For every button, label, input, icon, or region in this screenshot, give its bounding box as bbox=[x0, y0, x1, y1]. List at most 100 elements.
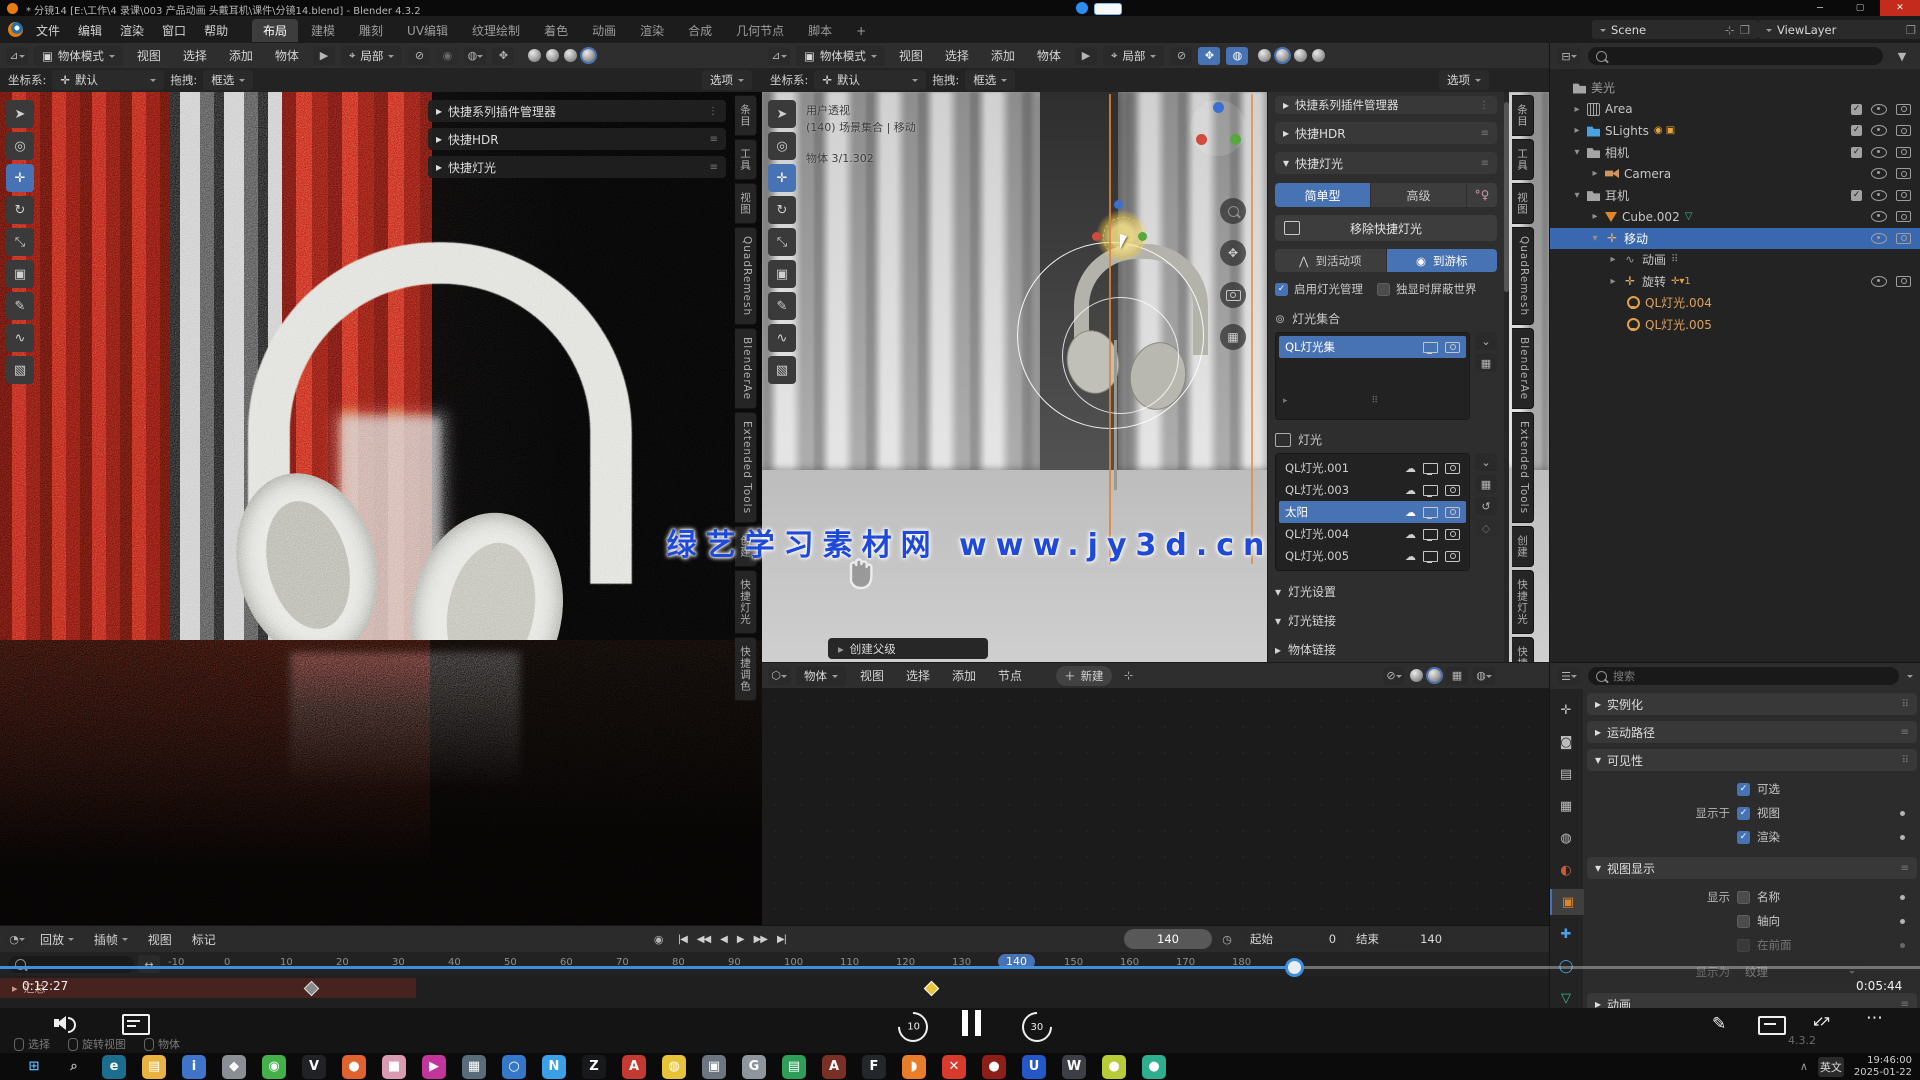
selectable-checkbox[interactable]: ✓ bbox=[1737, 783, 1750, 796]
properties-search[interactable]: 搜索 bbox=[1588, 667, 1899, 685]
tool-button[interactable]: ⤡ bbox=[6, 228, 34, 256]
render-toggle-icon[interactable] bbox=[1445, 507, 1460, 518]
options-dropdown[interactable]: 选项 bbox=[702, 70, 752, 90]
video-seek-handle[interactable] bbox=[1285, 958, 1304, 977]
dropdown-icon[interactable]: ⌄ bbox=[1475, 453, 1497, 471]
filter-icon[interactable]: ▼ bbox=[1891, 47, 1913, 65]
object-name[interactable]: QL灯光.005 bbox=[1645, 316, 1712, 333]
sidebar-tab[interactable]: 条目 bbox=[735, 95, 757, 136]
minimize-button[interactable]: ─ bbox=[1800, 0, 1840, 16]
taskbar-app-icon[interactable]: ▦ bbox=[462, 1055, 486, 1079]
danmaku-icon[interactable] bbox=[122, 1014, 150, 1035]
selectable-checkbox[interactable] bbox=[1851, 125, 1862, 136]
menu-select[interactable]: 选择 bbox=[937, 45, 977, 66]
sidebar-tab[interactable]: 快捷灯光 bbox=[1512, 570, 1534, 634]
hide-render-icon[interactable] bbox=[1896, 233, 1911, 244]
menu-object[interactable]: 物体 bbox=[1029, 45, 1069, 66]
taskbar-app-icon[interactable]: A bbox=[822, 1055, 846, 1079]
nav-z-axis[interactable] bbox=[1213, 102, 1224, 113]
properties-tab[interactable]: ▦ bbox=[1550, 793, 1582, 819]
sidebar-tab[interactable]: BlenderAe bbox=[1512, 328, 1534, 409]
hide-render-icon[interactable] bbox=[1896, 104, 1911, 115]
npanel-scrollbar[interactable] bbox=[1504, 92, 1509, 662]
frame-end-field[interactable]: 结束140 bbox=[1348, 929, 1450, 949]
tool-button[interactable]: ∿ bbox=[6, 324, 34, 352]
taskbar-app-icon[interactable]: ● bbox=[1142, 1055, 1166, 1079]
in-front-checkbox[interactable] bbox=[1737, 939, 1750, 952]
menu-keying[interactable]: 插帧 bbox=[86, 929, 136, 950]
outliner-row[interactable]: ▸ Cube.002 ▽ bbox=[1550, 206, 1920, 227]
hide-render-icon[interactable] bbox=[1896, 276, 1911, 287]
taskbar-app-icon[interactable]: U bbox=[1022, 1055, 1046, 1079]
menu-item[interactable]: 窗口 bbox=[154, 20, 194, 41]
object-name[interactable]: Cube.002 bbox=[1622, 210, 1680, 224]
pan-hand-button[interactable]: ✥ bbox=[1220, 240, 1246, 266]
panel-motion-paths[interactable]: ▸运动路径≡ bbox=[1587, 721, 1917, 743]
video-seekbar[interactable] bbox=[0, 966, 1920, 969]
menu-add[interactable]: 添加 bbox=[221, 45, 261, 66]
frame-start-field[interactable]: 起始0 bbox=[1242, 929, 1344, 949]
properties-tab[interactable]: ◐ bbox=[1550, 857, 1582, 883]
expand-icon[interactable]: ▸ bbox=[1608, 276, 1618, 287]
hide-viewport-icon[interactable] bbox=[1871, 233, 1887, 244]
menu-node[interactable]: 节点 bbox=[990, 665, 1030, 686]
enable-mgmt-checkbox[interactable]: ✓ bbox=[1275, 283, 1288, 296]
taskbar-app-icon[interactable]: ○ bbox=[502, 1055, 526, 1079]
sidebar-tab[interactable]: 视图 bbox=[735, 183, 757, 224]
panel-plugin-manager[interactable]: ▸ 快捷系列插件管理器 ⋮ bbox=[428, 100, 726, 122]
transport-button[interactable]: ◀ bbox=[716, 934, 731, 945]
outliner-row[interactable]: ▾ 移动 bbox=[1550, 228, 1920, 249]
panel-viewport-display[interactable]: ▾视图显示≡ bbox=[1587, 857, 1917, 879]
workspace-tab[interactable]: 纹理绘制 bbox=[461, 19, 531, 42]
outliner-row[interactable]: ▸ Camera bbox=[1550, 163, 1920, 184]
tool-button[interactable]: ▣ bbox=[6, 260, 34, 288]
render-toggle-icon[interactable] bbox=[1445, 485, 1460, 496]
orientation-dropdown[interactable]: ⌖ 局部 bbox=[341, 46, 402, 66]
properties-tab[interactable]: ◙ bbox=[1550, 729, 1582, 755]
selectable-checkbox[interactable] bbox=[1851, 104, 1862, 115]
outliner-row[interactable]: ▸ Area bbox=[1550, 99, 1920, 120]
light-data-icon[interactable]: ☁ bbox=[1405, 506, 1416, 519]
show-name-checkbox[interactable] bbox=[1737, 891, 1750, 904]
viewport-toggle-icon[interactable] bbox=[1423, 529, 1438, 540]
zoom-button[interactable] bbox=[1220, 198, 1246, 224]
shading-solid-icon[interactable] bbox=[546, 49, 559, 62]
object-name[interactable]: QL灯光.004 bbox=[1645, 294, 1712, 311]
workspace-tab[interactable]: 几何节点 bbox=[725, 19, 795, 42]
transport-button[interactable]: |◀ bbox=[674, 934, 691, 945]
overlay-toggle-icon[interactable]: ◍ bbox=[1226, 47, 1248, 65]
render-toggle-icon[interactable] bbox=[1445, 463, 1460, 474]
gizmo-x-handle[interactable] bbox=[1092, 232, 1101, 241]
drag-dropdown[interactable]: 框选 bbox=[203, 70, 253, 90]
shading-material-icon[interactable] bbox=[564, 49, 577, 62]
sidebar-tab[interactable]: 视图 bbox=[1512, 183, 1534, 224]
viewlayer-selector[interactable]: ViewLayer ❐ bbox=[1758, 20, 1920, 39]
sidebar-tab[interactable]: QuadRemesh bbox=[1512, 227, 1534, 325]
workspace-tab[interactable]: 脚本 bbox=[797, 19, 843, 42]
properties-tab[interactable]: ◍ bbox=[1550, 825, 1582, 851]
remove-quicklight-button[interactable]: 移除快捷灯光 bbox=[1275, 215, 1497, 241]
tool-button[interactable]: ↻ bbox=[6, 196, 34, 224]
expand-icon[interactable]: ▾ bbox=[1572, 147, 1582, 158]
grip-icon[interactable]: ⠿ bbox=[1371, 396, 1378, 406]
menu-item[interactable]: 文件 bbox=[28, 20, 68, 41]
pause-button[interactable] bbox=[962, 1010, 984, 1036]
properties-tab[interactable]: ✚ bbox=[1550, 921, 1582, 947]
workspace-tab[interactable]: 建模 bbox=[300, 19, 346, 42]
expand-icon[interactable]: ▾ bbox=[1572, 190, 1582, 201]
dropdown-icon[interactable]: ⌄ bbox=[1475, 332, 1497, 350]
sidebar-tab[interactable]: 快捷灯光 bbox=[735, 570, 757, 634]
camera-view-button[interactable] bbox=[1220, 282, 1246, 308]
tool-button[interactable]: ◎ bbox=[768, 132, 796, 160]
tool-button[interactable]: ➤ bbox=[6, 100, 34, 128]
animate-dot-icon[interactable] bbox=[1900, 811, 1905, 816]
transport-button[interactable]: ▶ bbox=[733, 934, 748, 945]
overlay-icon[interactable]: ◍ bbox=[464, 47, 486, 65]
maximize-button[interactable]: ▢ bbox=[1840, 0, 1880, 16]
taskbar-app-icon[interactable]: ● bbox=[982, 1055, 1006, 1079]
taskbar-app-icon[interactable]: ● bbox=[342, 1055, 366, 1079]
node-canvas[interactable] bbox=[762, 688, 1549, 925]
editor-type-icon[interactable]: ⊿ bbox=[768, 47, 790, 65]
light-item[interactable]: QL灯光.001 ☁ bbox=[1279, 457, 1466, 479]
taskbar-app-icon[interactable]: ◆ bbox=[222, 1055, 246, 1079]
